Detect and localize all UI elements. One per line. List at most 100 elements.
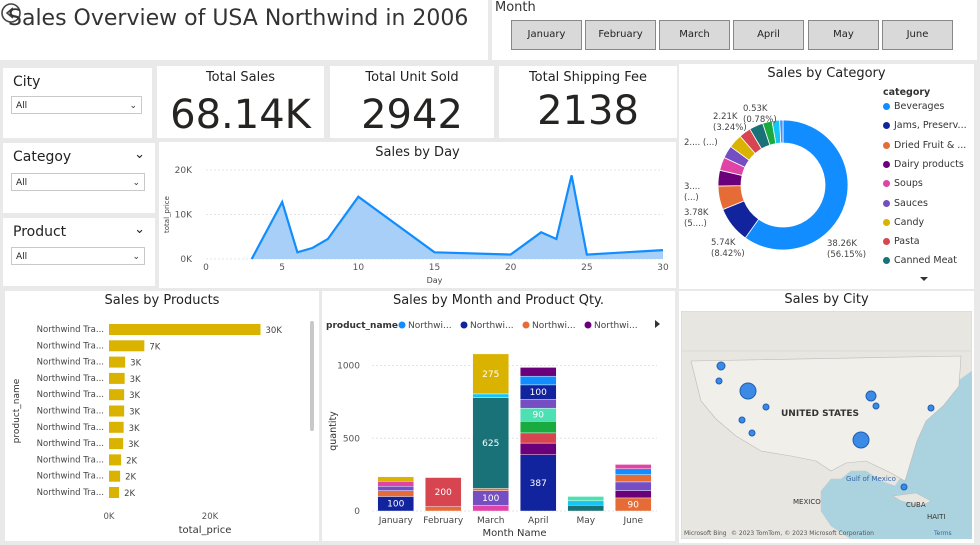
legend-dot <box>883 218 890 226</box>
city-marker[interactable] <box>738 416 746 424</box>
city-marker[interactable] <box>865 390 877 402</box>
city-marker[interactable] <box>900 483 908 491</box>
map-canvas[interactable]: UNITED STATES MEXICO Gulf of Mexico CUBA… <box>681 311 972 539</box>
city-marker[interactable] <box>739 382 757 400</box>
month-button-march[interactable]: March <box>659 20 730 50</box>
stack-segment <box>425 506 462 512</box>
x-tick-label: June <box>622 516 643 526</box>
x-tick-label: January <box>378 516 414 526</box>
city-marker[interactable] <box>762 403 770 411</box>
bar <box>109 324 261 335</box>
bar-data-label: 30K <box>266 326 283 336</box>
kpi-label: Total Sales <box>205 70 276 85</box>
bar-category-label: Northwind Tra... <box>37 472 104 482</box>
city-marker[interactable] <box>716 361 726 371</box>
x-tick-label: 0K <box>104 512 115 522</box>
bar-category-label: Northwind Tra... <box>37 407 104 417</box>
bar <box>109 389 125 401</box>
product-dropdown[interactable]: All ⌄ <box>11 247 145 265</box>
chevron-down-icon[interactable]: ⌄ <box>134 222 145 237</box>
city-slicer: City All ⌄ <box>3 68 152 138</box>
segment-data-label: 275 <box>482 370 499 380</box>
bar <box>109 454 122 466</box>
bar-category-label: Northwind Tra... <box>37 423 104 433</box>
bar-data-label: 3K <box>128 440 139 450</box>
legend-item[interactable]: Soups <box>883 178 923 189</box>
y-tick-label: 10K <box>175 211 193 221</box>
legend-label: Northwi... <box>470 321 514 331</box>
stack-segment <box>472 393 509 398</box>
x-tick-label: February <box>423 516 464 526</box>
legend-item[interactable]: Jams, Preserv... <box>883 120 967 131</box>
city-dropdown-value: All <box>16 101 28 111</box>
month-button-june[interactable]: June <box>882 20 953 50</box>
legend-dot <box>522 321 530 329</box>
y-axis-label: quantity <box>328 411 339 451</box>
segment-data-label: 100 <box>530 388 547 398</box>
bar-category-label: Northwind Tra... <box>37 325 104 335</box>
stack-segment <box>377 476 414 482</box>
map-label-haiti: HAITI <box>927 513 945 521</box>
kpi-value: 2942 <box>361 92 463 138</box>
segment-data-label: 100 <box>482 494 499 504</box>
segment-data-label: 200 <box>435 488 452 498</box>
city-marker[interactable] <box>748 429 756 437</box>
stack-segment <box>520 367 557 377</box>
product-slicer: Product ⌄ All ⌄ <box>3 218 155 286</box>
scroll-down-icon <box>920 277 928 281</box>
chevron-down-icon: ⌄ <box>129 101 137 111</box>
data-label: (3.24%) <box>713 123 747 133</box>
month-button-january[interactable]: January <box>511 20 582 50</box>
sales-by-day-svg: 0K 10K 20K 0 5 10 15 20 25 30 Day total_price <box>163 166 669 285</box>
y-axis-label: product_name <box>12 378 22 443</box>
kpi-total-sales: Total Sales 68.14K <box>157 66 324 138</box>
legend-item[interactable]: Dried Fruit & ... <box>883 140 966 151</box>
legend-label: Candy <box>894 216 925 228</box>
legend-item[interactable]: Canned Meat <box>883 255 957 266</box>
y-tick-label: 500 <box>343 434 360 444</box>
bar-data-label: 2K <box>125 473 136 483</box>
month-button-may[interactable]: May <box>808 20 879 50</box>
legend-title: product_name <box>326 321 398 331</box>
data-label: 2.... (...) <box>684 138 718 148</box>
month-button-february[interactable]: February <box>585 20 656 50</box>
city-marker[interactable] <box>927 404 935 412</box>
kpi-value: 2138 <box>537 88 639 134</box>
legend-label: Beverages <box>894 101 945 112</box>
legend-label: Northwi... <box>408 321 452 331</box>
legend-dot <box>398 321 406 329</box>
bar-category-label: Northwind Tra... <box>37 439 104 449</box>
x-tick-label: 5 <box>279 263 285 273</box>
legend-item[interactable]: Sauces <box>883 198 928 209</box>
y-tick-label: 0 <box>354 507 360 517</box>
city-dropdown[interactable]: All ⌄ <box>11 96 142 114</box>
city-marker[interactable] <box>852 431 870 449</box>
x-tick-label: 20 <box>505 263 517 273</box>
sales-by-city-map: Sales by City UNITED STATES MEXICO Gulf … <box>679 291 974 543</box>
month-button-april[interactable]: April <box>733 20 804 50</box>
stack-segment <box>520 399 557 409</box>
bar-data-label: 3K <box>129 408 140 418</box>
category-dropdown[interactable]: All ⌄ <box>11 173 145 191</box>
map-terms-link[interactable]: Terms <box>933 530 952 537</box>
legend-item[interactable]: Pasta <box>883 236 920 247</box>
legend-item[interactable]: Dairy products <box>883 159 964 170</box>
city-marker[interactable] <box>715 377 723 385</box>
x-tick-label: 30 <box>657 263 669 273</box>
legend-item[interactable]: Beverages <box>883 101 944 112</box>
legend-item[interactable]: Candy <box>883 217 924 228</box>
bar-data-label: 3K <box>129 424 140 434</box>
stack-segment <box>377 480 414 487</box>
data-label: 5.74K <box>711 238 736 248</box>
bar-data-label: 2K <box>126 456 137 466</box>
legend-label: Sauces <box>894 197 928 209</box>
product-slicer-label: Product <box>13 224 67 240</box>
kpi-value: 68.14K <box>170 92 311 138</box>
bar-data-label: 3K <box>130 375 141 385</box>
city-marker[interactable] <box>872 402 880 410</box>
stack-segment <box>377 490 414 497</box>
y-tick-label: 1000 <box>337 362 360 372</box>
data-label: (5....) <box>684 219 707 229</box>
chevron-down-icon[interactable]: ⌄ <box>134 147 145 162</box>
bar-data-label: 3K <box>130 359 141 369</box>
